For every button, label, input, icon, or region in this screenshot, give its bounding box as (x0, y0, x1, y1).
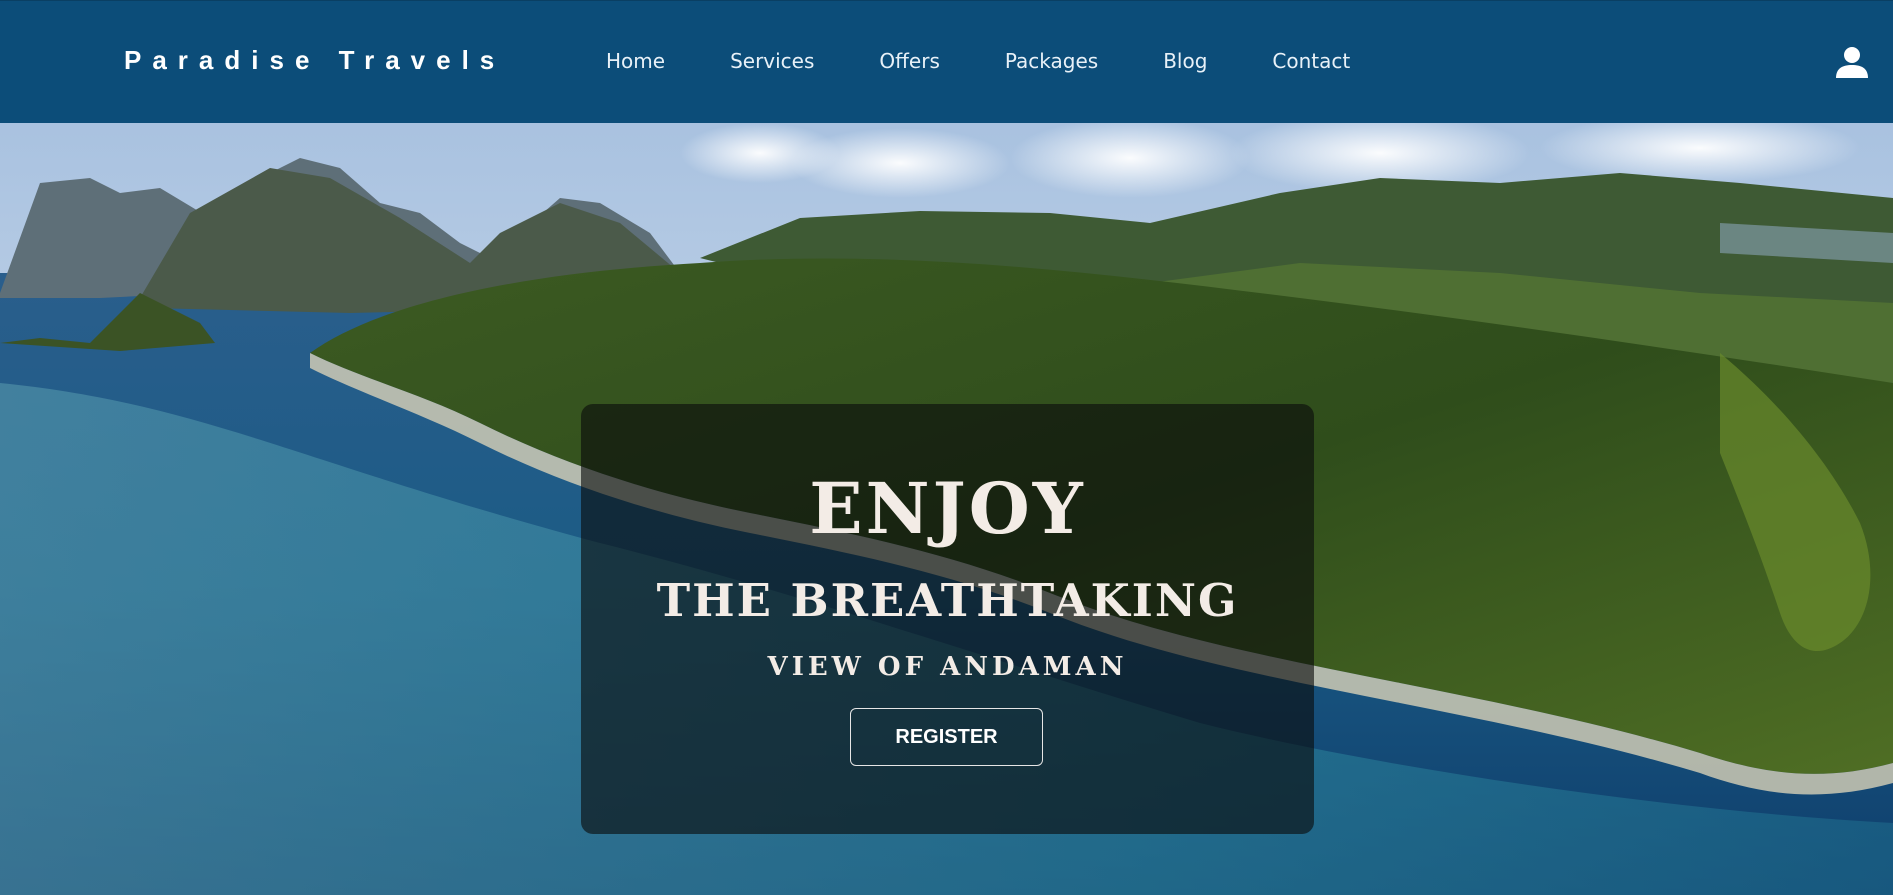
main-nav: Home Services Offers Packages Blog Conta… (606, 49, 1415, 73)
nav-item-home[interactable]: Home (606, 49, 665, 73)
hero-subtitle: VIEW OF ANDAMAN (767, 652, 1128, 682)
hero-overlay-card: ENJOY THE BREATHTAKING VIEW OF ANDAMAN R… (581, 404, 1314, 834)
brand-logo[interactable]: Paradise Travels (124, 45, 505, 76)
nav-item-packages[interactable]: Packages (1005, 49, 1098, 73)
nav-item-blog[interactable]: Blog (1163, 49, 1207, 73)
nav-item-services[interactable]: Services (730, 49, 814, 73)
nav-item-contact[interactable]: Contact (1272, 49, 1350, 73)
register-button[interactable]: REGISTER (850, 708, 1043, 766)
nav-item-offers[interactable]: Offers (879, 49, 939, 73)
hero-title-enjoy: ENJOY (809, 467, 1086, 550)
hero-title-breathtaking: THE BREATHTAKING (656, 574, 1239, 627)
navbar: Paradise Travels Home Services Offers Pa… (0, 0, 1893, 123)
hero-section: ENJOY THE BREATHTAKING VIEW OF ANDAMAN R… (0, 123, 1893, 895)
user-icon[interactable] (1834, 45, 1870, 81)
